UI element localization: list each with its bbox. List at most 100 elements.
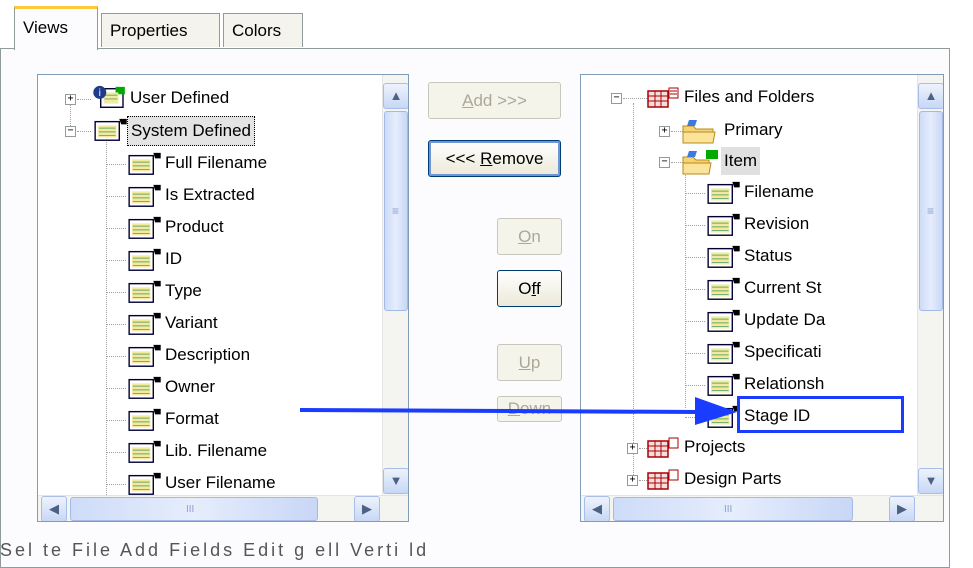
tree-label: Owner: [165, 377, 216, 396]
tree-node-field[interactable]: Update Da: [581, 306, 911, 336]
scroll-right-icon[interactable]: ▶: [889, 496, 915, 521]
tree-label: Full Filename: [165, 153, 268, 172]
svg-text:i: i: [98, 88, 101, 99]
add-button-label: Add >>>: [462, 91, 527, 110]
tree-node-item[interactable]: − Item: [581, 147, 911, 177]
tree-node-field[interactable]: Product: [38, 213, 368, 243]
off-button[interactable]: Off: [497, 270, 562, 307]
field-icon: [128, 216, 161, 239]
tree-node-field[interactable]: Full Filename: [38, 149, 368, 179]
available-fields-tree[interactable]: + i User Defined − System Defined Full F…: [37, 74, 409, 522]
left-horizontal-scrollbar[interactable]: ◀ III ▶: [38, 495, 408, 521]
tree-label: Primary: [724, 120, 783, 139]
right-horizontal-scrollbar[interactable]: ◀ III ▶: [581, 495, 943, 521]
displayed-fields-tree[interactable]: − Files and Folders + Primary − Item Fil…: [580, 74, 944, 522]
tree-label: ID: [165, 249, 182, 268]
expand-icon[interactable]: +: [65, 94, 76, 105]
tree-node-field[interactable]: Status: [581, 242, 911, 272]
tab-properties-label: Properties: [110, 21, 188, 40]
field-icon: [128, 152, 161, 175]
tree-node-system-defined[interactable]: − System Defined: [38, 116, 368, 146]
tree-node-field[interactable]: Current St: [581, 274, 911, 304]
tree-label: User Defined: [130, 88, 230, 107]
expand-icon[interactable]: +: [627, 443, 638, 454]
expand-icon[interactable]: +: [659, 126, 670, 137]
table-icon: [647, 87, 679, 108]
tree-label: Item: [721, 147, 761, 175]
tree-node-field[interactable]: Filename: [581, 178, 911, 208]
tab-colors[interactable]: Colors: [223, 13, 303, 47]
tree-label: Product: [165, 217, 224, 236]
tree-node-field[interactable]: Is Extracted: [38, 181, 368, 211]
tree-label: Variant: [165, 313, 218, 332]
tree-node-field[interactable]: Variant: [38, 309, 368, 339]
scroll-thumb[interactable]: ≡: [384, 111, 408, 311]
scroll-left-icon[interactable]: ◀: [41, 496, 67, 521]
field-icon: [128, 472, 161, 495]
scroll-left-icon[interactable]: ◀: [584, 496, 610, 521]
table-icon: [647, 469, 679, 490]
tree-node-primary[interactable]: + Primary: [581, 116, 911, 146]
scroll-up-icon[interactable]: ▲: [918, 83, 943, 109]
scroll-down-icon[interactable]: ▼: [383, 468, 408, 494]
tree-label: Projects: [684, 437, 746, 456]
tree-label: Is Extracted: [165, 185, 255, 204]
scroll-up-icon[interactable]: ▲: [383, 83, 408, 109]
tree-label: Lib. Filename: [165, 441, 268, 460]
annotation-arrow: [300, 397, 737, 425]
tree-node-field[interactable]: Revision: [581, 210, 911, 240]
field-icon: [128, 408, 161, 431]
tab-views[interactable]: Views: [14, 6, 98, 50]
left-vertical-scrollbar[interactable]: ▲ ≡ ▼: [382, 75, 408, 495]
field-icon: [707, 341, 740, 364]
tree-node-group[interactable]: + Projects: [581, 433, 911, 463]
tree-label: System Defined: [127, 116, 255, 146]
tab-properties[interactable]: Properties: [101, 13, 220, 47]
field-icon: [707, 181, 740, 204]
up-button-label: Up: [518, 353, 541, 372]
tab-colors-label: Colors: [232, 21, 282, 40]
system-defined-folder-icon: [94, 118, 127, 141]
field-icon: [128, 344, 161, 367]
tree-label: Files and Folders: [684, 87, 815, 106]
tree-node-field[interactable]: ID: [38, 245, 368, 275]
field-icon: [128, 312, 161, 335]
tree-node-field[interactable]: Specificati: [581, 338, 911, 368]
tree-node-user-defined[interactable]: + i User Defined: [38, 84, 368, 114]
scroll-thumb[interactable]: III: [70, 497, 318, 521]
field-icon: [128, 280, 161, 303]
tab-views-label: Views: [23, 18, 69, 37]
tree-label: Update Da: [744, 310, 826, 329]
tree-label: Design Parts: [684, 469, 782, 488]
scroll-right-icon[interactable]: ▶: [354, 496, 380, 521]
on-button-label: On: [518, 227, 541, 246]
on-button[interactable]: On: [497, 218, 562, 255]
collapse-icon[interactable]: −: [65, 126, 76, 137]
user-defined-folder-icon: i: [93, 85, 125, 108]
tree-label: Type: [165, 281, 202, 300]
right-vertical-scrollbar[interactable]: ▲ ≡ ▼: [917, 75, 943, 495]
tree-node-field[interactable]: Description: [38, 341, 368, 371]
field-icon: [128, 248, 161, 271]
tree-node-field[interactable]: Type: [38, 277, 368, 307]
field-icon: [707, 245, 740, 268]
remove-button[interactable]: <<< Remove: [428, 140, 561, 177]
scroll-grip: III: [724, 504, 733, 515]
tree-label: User Filename: [165, 473, 276, 492]
collapse-icon[interactable]: −: [659, 157, 670, 168]
collapse-icon[interactable]: −: [611, 93, 622, 104]
expand-icon[interactable]: +: [627, 475, 638, 486]
tree-label: Relationsh: [744, 374, 825, 393]
scroll-thumb[interactable]: ≡: [919, 111, 943, 311]
tree-label: Format: [165, 409, 219, 428]
add-button[interactable]: Add >>>: [428, 82, 561, 119]
up-button[interactable]: Up: [497, 344, 562, 381]
scroll-down-icon[interactable]: ▼: [918, 468, 943, 494]
folder-icon: [682, 150, 718, 175]
scroll-thumb[interactable]: III: [613, 497, 853, 521]
tree-node-group[interactable]: + Design Parts: [581, 465, 911, 495]
tree-node-files-and-folders[interactable]: − Files and Folders: [581, 83, 911, 113]
tree-label: Specificati: [744, 342, 822, 361]
field-icon: [128, 184, 161, 207]
tree-node-field[interactable]: Lib. Filename: [38, 437, 368, 467]
